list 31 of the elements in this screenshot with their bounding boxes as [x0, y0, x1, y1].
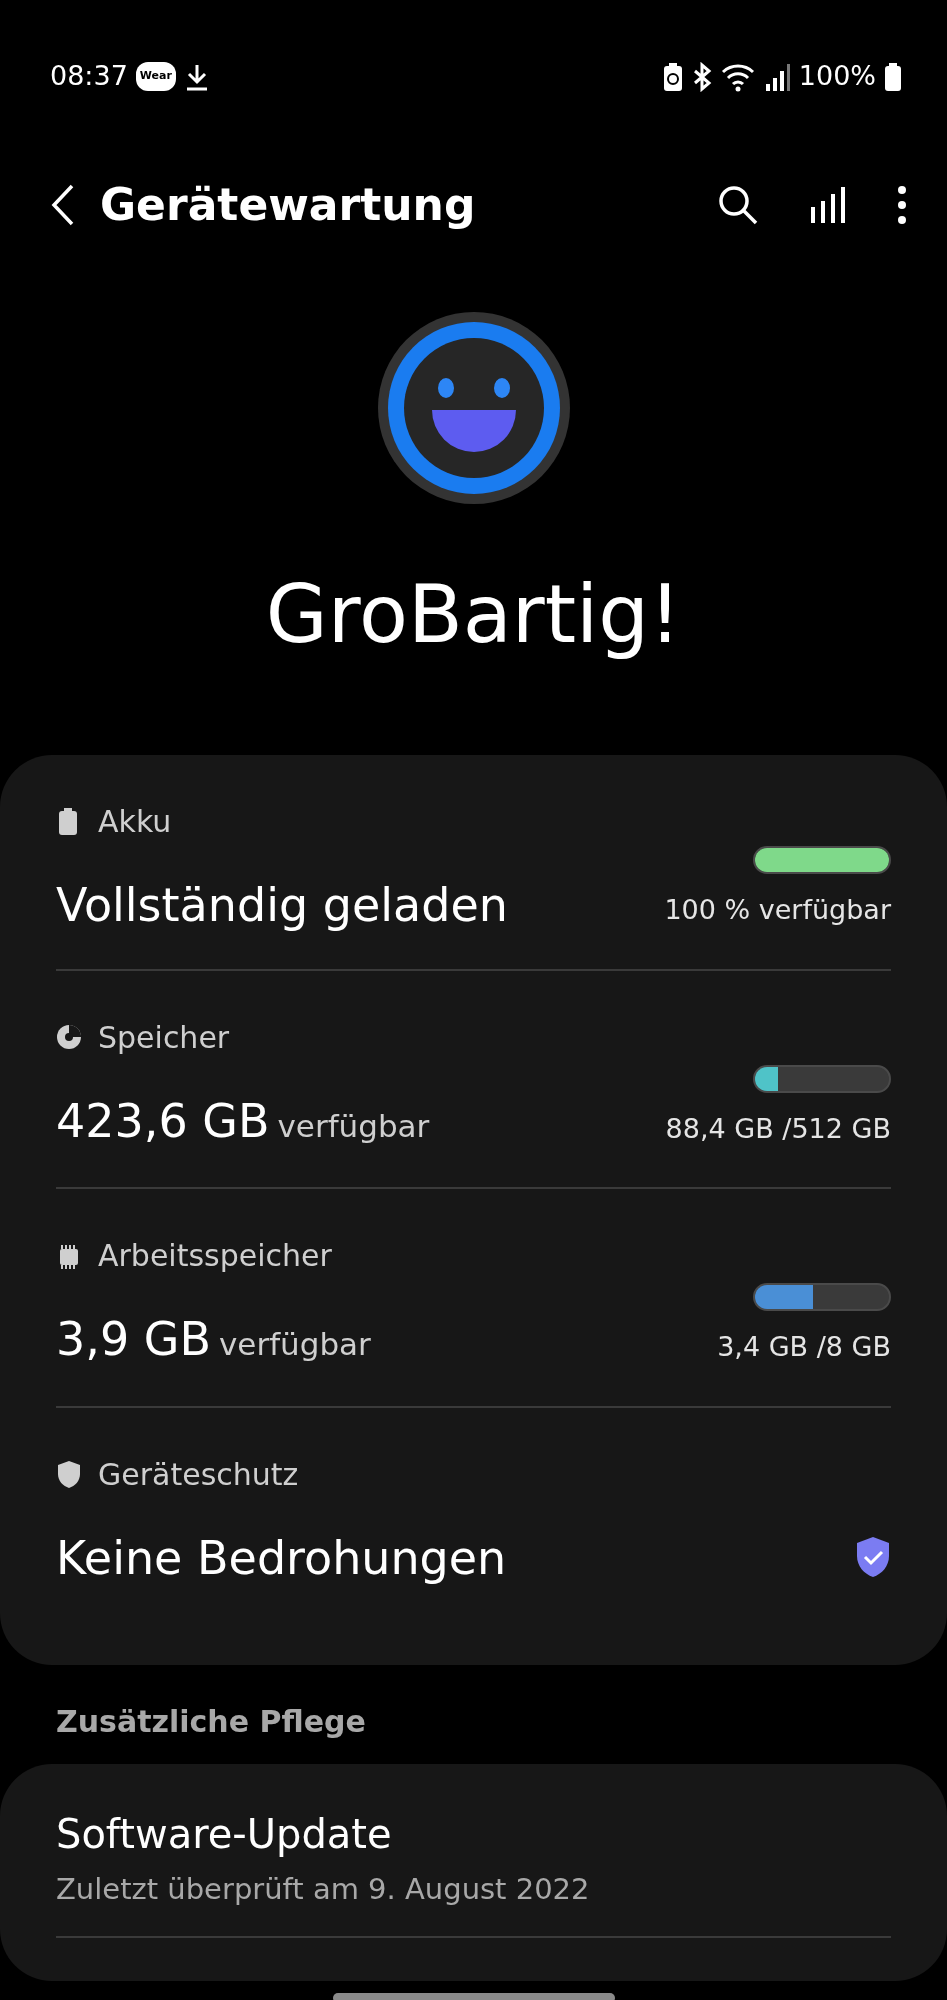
item-title: Software-Update	[56, 1810, 393, 1860]
shield-icon	[56, 1459, 82, 1490]
battery-saver-icon	[662, 61, 683, 92]
battery-percent-text: 100%	[798, 59, 876, 94]
item-value: Keine Bedrohungen	[56, 1532, 507, 1584]
item-value: Vollständig geladen	[56, 880, 508, 931]
list-item[interactable]: Software-Update Zuletzt überprüft am 9. August 2022	[56, 1804, 891, 1938]
item-value-suffix: verfügbar	[277, 1106, 430, 1146]
item-value: 423,6 GB	[56, 1095, 270, 1147]
battery-icon	[884, 61, 902, 92]
item-value-suffix: verfügbar	[219, 1325, 371, 1365]
item-label: Arbeitsspeicher	[98, 1237, 332, 1276]
search-icon[interactable]	[717, 184, 759, 226]
item-label: Geräteschutz	[98, 1455, 299, 1494]
item-value: 3,9 GB	[56, 1314, 211, 1365]
section-title: Zusätzliche Pflege	[55, 1703, 367, 1742]
clock-text: 08:37	[50, 59, 128, 94]
usage-reading: 88,4 GB /512 GB	[665, 1111, 891, 1146]
back-icon	[50, 183, 76, 227]
item-subtitle: Zuletzt überprüft am 9. August 2022	[56, 1871, 591, 1909]
usage-reading: 100 % verfügbar	[664, 893, 891, 928]
signal-icon	[764, 61, 791, 92]
item-label: Akku	[98, 803, 172, 841]
bar-chart-icon[interactable]	[809, 185, 847, 225]
smiley-face-icon	[375, 310, 572, 506]
app-badge: Wear	[135, 62, 176, 91]
item-label: Speicher	[98, 1018, 230, 1057]
usage-reading: 3,4 GB /8 GB	[717, 1330, 891, 1365]
page-title: Gerätewartung	[100, 178, 476, 232]
more-options-icon[interactable]	[897, 185, 907, 225]
back-button[interactable]	[50, 183, 76, 227]
